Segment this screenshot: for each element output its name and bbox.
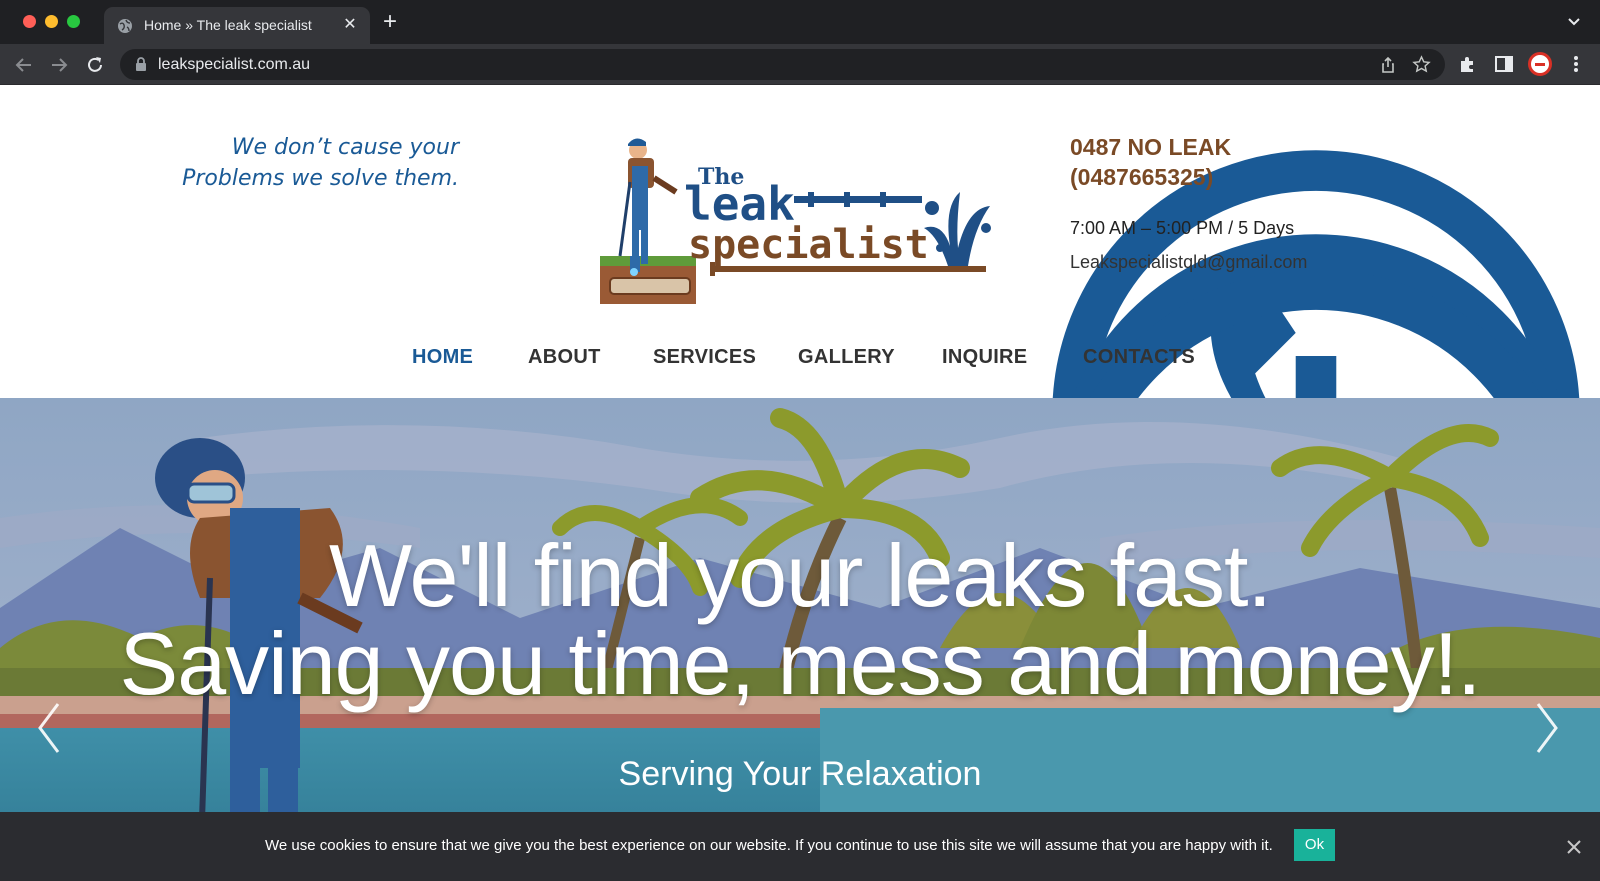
phone-line-1[interactable]: 0487 NO LEAK — [1070, 132, 1231, 162]
tab-close-icon[interactable]: ✕ — [340, 15, 360, 35]
cookie-ok-button[interactable]: Ok — [1294, 829, 1335, 861]
lock-icon[interactable] — [134, 57, 148, 72]
minimize-window-button[interactable] — [45, 15, 58, 28]
url-text[interactable]: leakspecialist.com.au — [158, 56, 310, 74]
close-icon[interactable] — [1566, 839, 1582, 855]
nav-item-home[interactable]: HOME — [412, 346, 473, 369]
slider-prev-arrow-icon[interactable] — [34, 700, 64, 756]
bookmark-star-icon[interactable] — [1412, 55, 1431, 74]
tab-title: Home » The leak specialist — [144, 17, 312, 33]
globe-icon — [118, 19, 132, 33]
hero-slider: We'll find your leaks fast. Saving you t… — [0, 398, 1600, 881]
browser-tab-bar: Home » The leak specialist ✕ + — [0, 0, 1600, 44]
browser-tab-active[interactable]: Home » The leak specialist ✕ — [104, 7, 370, 44]
maximize-window-button[interactable] — [67, 15, 80, 28]
extensions-puzzle-icon[interactable] — [1458, 54, 1478, 74]
nav-item-services[interactable]: SERVICES — [653, 346, 756, 369]
phone-line-2[interactable]: (0487665325) — [1070, 162, 1231, 192]
site-logo[interactable]: The leak specialist — [598, 136, 1002, 306]
tagline-line-2: Problems we solve them. — [182, 166, 459, 191]
forward-arrow-icon[interactable] — [48, 54, 70, 76]
tagline-line-1: We don’t cause your — [231, 135, 459, 160]
address-bar[interactable]: leakspecialist.com.au — [120, 49, 1445, 80]
profile-avatar[interactable] — [1528, 52, 1552, 76]
chevron-down-icon[interactable] — [1566, 14, 1582, 30]
cookie-consent-bar: We use cookies to ensure that we give yo… — [0, 812, 1600, 881]
main-navigation: HOME ABOUT SERVICES GALLERY INQUIRE CONT… — [0, 340, 1600, 376]
nav-item-inquire[interactable]: INQUIRE — [942, 346, 1027, 369]
close-window-button[interactable] — [23, 15, 36, 28]
nav-item-contacts[interactable]: CONTACTS — [1083, 346, 1195, 369]
hero-headline-line-2: Saving you time, mess and money!. — [119, 614, 1482, 713]
reload-icon[interactable] — [84, 54, 106, 76]
nav-item-about[interactable]: ABOUT — [528, 346, 601, 369]
side-panel-icon[interactable] — [1494, 54, 1514, 74]
site-tagline: We don’t cause your Problems we solve th… — [180, 132, 459, 194]
back-arrow-icon[interactable] — [13, 54, 35, 76]
browser-toolbar: leakspecialist.com.au — [0, 44, 1600, 85]
logo-word-specialist: specialist — [688, 222, 929, 268]
phone-number[interactable]: 0487 NO LEAK (0487665325) — [1070, 132, 1231, 192]
nav-item-gallery[interactable]: GALLERY — [798, 346, 895, 369]
share-icon[interactable] — [1379, 56, 1397, 74]
email-address[interactable]: Leakspecialistqld@gmail.com — [1070, 252, 1307, 273]
more-options-icon[interactable] — [1568, 54, 1584, 74]
cookie-message: We use cookies to ensure that we give yo… — [265, 837, 1273, 854]
slider-next-arrow-icon[interactable] — [1532, 700, 1562, 756]
business-hours: 7:00 AM – 5:00 PM / 5 Days — [1070, 218, 1295, 238]
hero-subtitle: Serving Your Relaxation — [618, 755, 982, 793]
hero-headline-line-1: We'll find your leaks fast. — [329, 526, 1272, 625]
new-tab-button[interactable]: + — [383, 10, 397, 34]
